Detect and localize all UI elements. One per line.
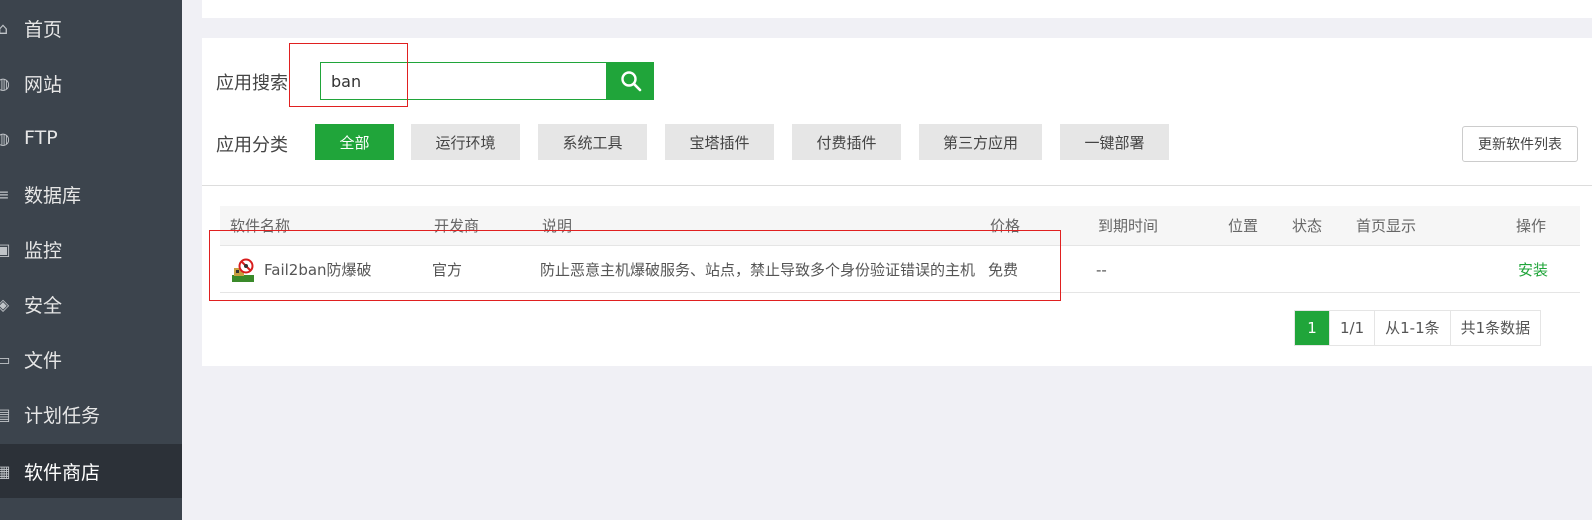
home-icon: ⌂ xyxy=(0,18,9,38)
database-icon: ≡ xyxy=(0,184,10,204)
category-one-click-deploy[interactable]: 一键部署 xyxy=(1060,124,1169,160)
sidebar-item-files[interactable]: ▭ 文件 xyxy=(0,333,182,385)
sidebar-item-website[interactable]: ◍ 网站 xyxy=(0,57,182,109)
install-link[interactable]: 安装 xyxy=(1518,247,1548,293)
pagination-current-page[interactable]: 1 xyxy=(1295,311,1329,345)
column-header-price: 价格 xyxy=(990,217,1021,235)
category-all[interactable]: 全部 xyxy=(315,124,394,160)
sidebar-item-cron[interactable]: ▤ 计划任务 xyxy=(0,388,182,440)
column-header-expiry: 到期时间 xyxy=(1098,217,1159,235)
sidebar-item-label: 首页 xyxy=(24,18,63,41)
search-box xyxy=(320,62,607,100)
sidebar-item-monitor[interactable]: ▣ 监控 xyxy=(0,223,182,275)
monitor-icon: ▣ xyxy=(0,239,11,259)
previous-panel xyxy=(202,0,1592,18)
sidebar-item-security[interactable]: ◈ 安全 xyxy=(0,278,182,330)
app-store-panel: 应用搜索 应用分类 全部 运行环境 系统工具 宝塔插件 付费插件 第三方应用 一… xyxy=(202,38,1592,366)
sidebar-item-label: FTP xyxy=(24,127,58,149)
search-label: 应用搜索 xyxy=(216,73,288,94)
sidebar-item-label: 文件 xyxy=(24,349,63,372)
column-header-name: 软件名称 xyxy=(230,217,291,235)
sidebar-item-label: 数据库 xyxy=(24,184,82,207)
table-row: Fail2ban防爆破 官方 防止恶意主机爆破服务、站点，禁止导致多个身份验证错… xyxy=(220,247,1580,293)
sidebar-item-label: 软件商店 xyxy=(24,461,101,484)
sidebar-item-label: 监控 xyxy=(24,239,63,262)
folder-icon: ▭ xyxy=(0,349,11,369)
column-header-description: 说明 xyxy=(542,217,573,235)
table-header: 软件名称 开发商 说明 价格 到期时间 位置 状态 首页显示 操作 xyxy=(220,206,1580,246)
category-system-tools[interactable]: 系统工具 xyxy=(538,124,647,160)
app-expiry: -- xyxy=(1096,261,1107,279)
globe-icon: ◍ xyxy=(0,73,10,93)
column-header-developer: 开发商 xyxy=(434,217,480,235)
app-price: 免费 xyxy=(988,261,1019,279)
search-icon xyxy=(620,71,641,92)
pagination-pages: 1/1 xyxy=(1329,311,1375,345)
fail2ban-icon xyxy=(232,258,254,282)
sidebar-item-label: 网站 xyxy=(24,73,63,96)
globe-icon: ◍ xyxy=(0,128,10,148)
column-header-homepage: 首页显示 xyxy=(1356,217,1417,235)
category-label: 应用分类 xyxy=(216,135,288,156)
category-third-party[interactable]: 第三方应用 xyxy=(919,124,1042,160)
sidebar-item-database[interactable]: ≡ 数据库 xyxy=(0,168,182,220)
shield-icon: ◈ xyxy=(0,294,10,314)
app-description: 防止恶意主机爆破服务、站点，禁止导致多个身份验证错误的主机 xyxy=(540,261,976,279)
pagination-total: 共1条数据 xyxy=(1449,311,1541,345)
search-input[interactable] xyxy=(321,63,606,99)
category-runtime[interactable]: 运行环境 xyxy=(411,124,520,160)
sidebar-item-ftp[interactable]: ◍ FTP xyxy=(0,112,182,164)
search-button[interactable] xyxy=(607,62,654,100)
sidebar: ⌂ 首页 ◍ 网站 ◍ FTP ≡ 数据库 ▣ 监控 ◈ 安全 ▭ 文件 ▤ 计… xyxy=(0,0,182,520)
refresh-software-list-button[interactable]: 更新软件列表 xyxy=(1462,126,1578,162)
sidebar-item-app-store[interactable]: ▦ 软件商店 xyxy=(0,444,182,498)
column-header-location: 位置 xyxy=(1228,217,1259,235)
calendar-icon: ▤ xyxy=(0,404,11,424)
app-name: Fail2ban防爆破 xyxy=(264,261,372,279)
sidebar-item-home[interactable]: ⌂ 首页 xyxy=(0,2,182,54)
pagination: 1 1/1 从1-1条 共1条数据 xyxy=(1294,310,1542,346)
column-header-action: 操作 xyxy=(1516,217,1547,235)
category-bt-plugins[interactable]: 宝塔插件 xyxy=(665,124,774,160)
sidebar-item-label: 计划任务 xyxy=(24,404,101,427)
column-header-status: 状态 xyxy=(1292,217,1323,235)
app-developer: 官方 xyxy=(432,261,463,279)
divider xyxy=(202,185,1592,186)
category-paid-plugins[interactable]: 付费插件 xyxy=(792,124,901,160)
pagination-range: 从1-1条 xyxy=(1374,311,1450,345)
apps-icon: ▦ xyxy=(0,461,11,481)
sidebar-item-label: 安全 xyxy=(24,294,63,317)
